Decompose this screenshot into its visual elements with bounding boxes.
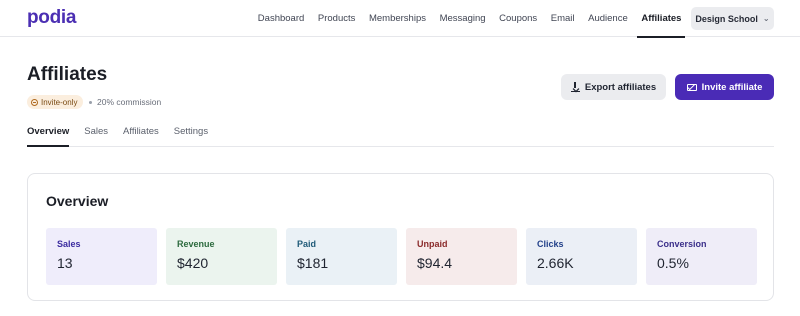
stat-label: Clicks <box>537 239 564 249</box>
invite-affiliate-button[interactable]: Invite affiliate <box>675 74 774 100</box>
download-icon <box>570 82 580 92</box>
overview-title: Overview <box>46 193 109 209</box>
main-nav: Dashboard Products Memberships Messaging… <box>251 0 726 38</box>
nav-item-coupons[interactable]: Coupons <box>499 0 537 37</box>
nav-item-dashboard[interactable]: Dashboard <box>258 0 304 37</box>
export-label: Export affiliates <box>584 81 657 93</box>
nav-item-email[interactable]: Email <box>551 0 575 37</box>
badge-label: Invite-only <box>41 97 78 107</box>
stat-label: Sales <box>57 239 81 249</box>
chevron-down-icon: ⌄ <box>762 14 770 23</box>
stat-label: Conversion <box>657 239 707 249</box>
school-selector-button[interactable]: Design School ⌄ <box>691 7 774 30</box>
nav-item-affiliates[interactable]: Affiliates <box>637 0 686 38</box>
export-affiliates-button[interactable]: Export affiliates <box>561 74 666 100</box>
stat-value: 2.66K <box>537 255 574 271</box>
stat-conversion: Conversion 0.5% <box>646 228 757 285</box>
nav-item-messaging[interactable]: Messaging <box>440 0 486 37</box>
stat-label: Revenue <box>177 239 215 249</box>
stat-value: $94.4 <box>417 255 453 271</box>
tab-settings[interactable]: Settings <box>174 117 208 146</box>
stat-unpaid: Unpaid $94.4 <box>406 228 517 285</box>
stats-row: Sales 13 Revenue $420 Paid $181 Unpaid $… <box>46 228 757 285</box>
stat-paid: Paid $181 <box>286 228 397 285</box>
nav-item-memberships[interactable]: Memberships <box>369 0 426 37</box>
stat-label: Paid <box>297 239 317 249</box>
nav-item-audience[interactable]: Audience <box>588 0 628 37</box>
page-tabs: Overview Sales Affiliates Settings <box>27 117 774 147</box>
separator-dot <box>89 101 92 104</box>
tab-overview[interactable]: Overview <box>27 117 70 147</box>
stat-value: $181 <box>297 255 329 271</box>
stat-clicks: Clicks 2.66K <box>526 228 637 285</box>
nav-item-products[interactable]: Products <box>318 0 356 37</box>
school-selector-label: Design School <box>695 13 758 24</box>
envelope-icon <box>686 83 697 91</box>
page-title: Affiliates <box>27 64 108 85</box>
stat-value: $420 <box>177 255 209 271</box>
top-navigation-bar: podia Dashboard Products Memberships Mes… <box>0 0 800 38</box>
lock-circle-icon <box>31 98 38 106</box>
invite-only-badge: Invite-only <box>27 95 84 109</box>
stat-value: 0.5% <box>657 255 689 271</box>
tab-sales[interactable]: Sales <box>84 117 108 146</box>
stat-label: Unpaid <box>417 239 448 249</box>
tab-affiliates[interactable]: Affiliates <box>123 117 159 146</box>
commission-text: 20% commission <box>97 97 162 107</box>
podia-logo[interactable]: podia <box>27 7 76 29</box>
overview-card: Overview Sales 13 Revenue $420 Paid $181… <box>27 173 774 301</box>
stat-value: 13 <box>57 255 73 271</box>
stat-revenue: Revenue $420 <box>166 228 277 285</box>
invite-label: Invite affiliate <box>701 81 763 93</box>
stat-sales: Sales 13 <box>46 228 157 285</box>
